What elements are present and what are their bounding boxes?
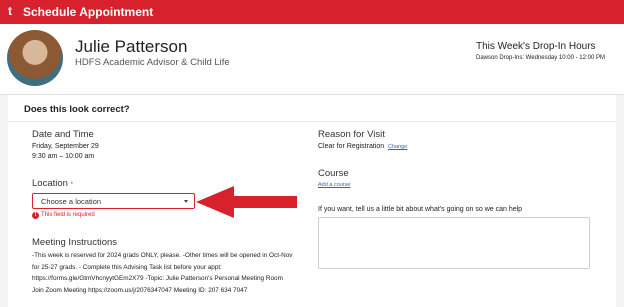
advisor-role: HDFS Academic Advisor & Child Life [75, 57, 230, 68]
reason-value: Clear for Registration [318, 143, 385, 150]
location-select[interactable]: Choose a location [32, 193, 195, 209]
advisor-header: Julie Patterson HDFS Academic Advisor & … [0, 24, 624, 95]
advisor-name: Julie Patterson [75, 37, 188, 56]
chevron-down-icon [184, 200, 188, 203]
notes-textarea[interactable] [318, 217, 590, 269]
annotation-arrow-icon [196, 186, 297, 218]
meeting-instructions-label: Meeting Instructions [32, 237, 118, 248]
page-title: Schedule Appointment [23, 5, 154, 19]
reason-label: Reason for Visit [318, 129, 385, 140]
avatar [7, 30, 63, 86]
course-label: Course [318, 168, 349, 179]
section-divider [8, 121, 616, 122]
location-error-text: This field is required [41, 212, 95, 218]
confirm-heading: Does this look correct? [24, 104, 130, 115]
app-logo: t [8, 4, 12, 18]
add-course-link[interactable]: Add a course [318, 182, 350, 188]
meeting-instructions-text: -This week is reserved for 2024 grads ON… [32, 252, 293, 294]
appointment-date: Friday, September 29 [32, 143, 99, 150]
error-icon: ! [32, 212, 39, 219]
appointment-time: 9:30 am – 10:00 am [32, 153, 95, 160]
notes-label: If you want, tell us a little bit about … [318, 206, 523, 213]
change-reason-link[interactable]: Change [388, 144, 407, 150]
dropin-hours-title: This Week's Drop-In Hours [476, 41, 596, 52]
required-marker: * [70, 182, 73, 188]
location-label: Location * [32, 178, 73, 189]
top-bar: t Schedule Appointment [0, 0, 624, 24]
date-time-label: Date and Time [32, 129, 94, 140]
location-select-value: Choose a location [41, 197, 102, 206]
dropin-hours-text: Dawson Drop-Ins: Wednesday 10:00 - 12:00… [476, 55, 605, 61]
location-label-text: Location [32, 178, 68, 189]
